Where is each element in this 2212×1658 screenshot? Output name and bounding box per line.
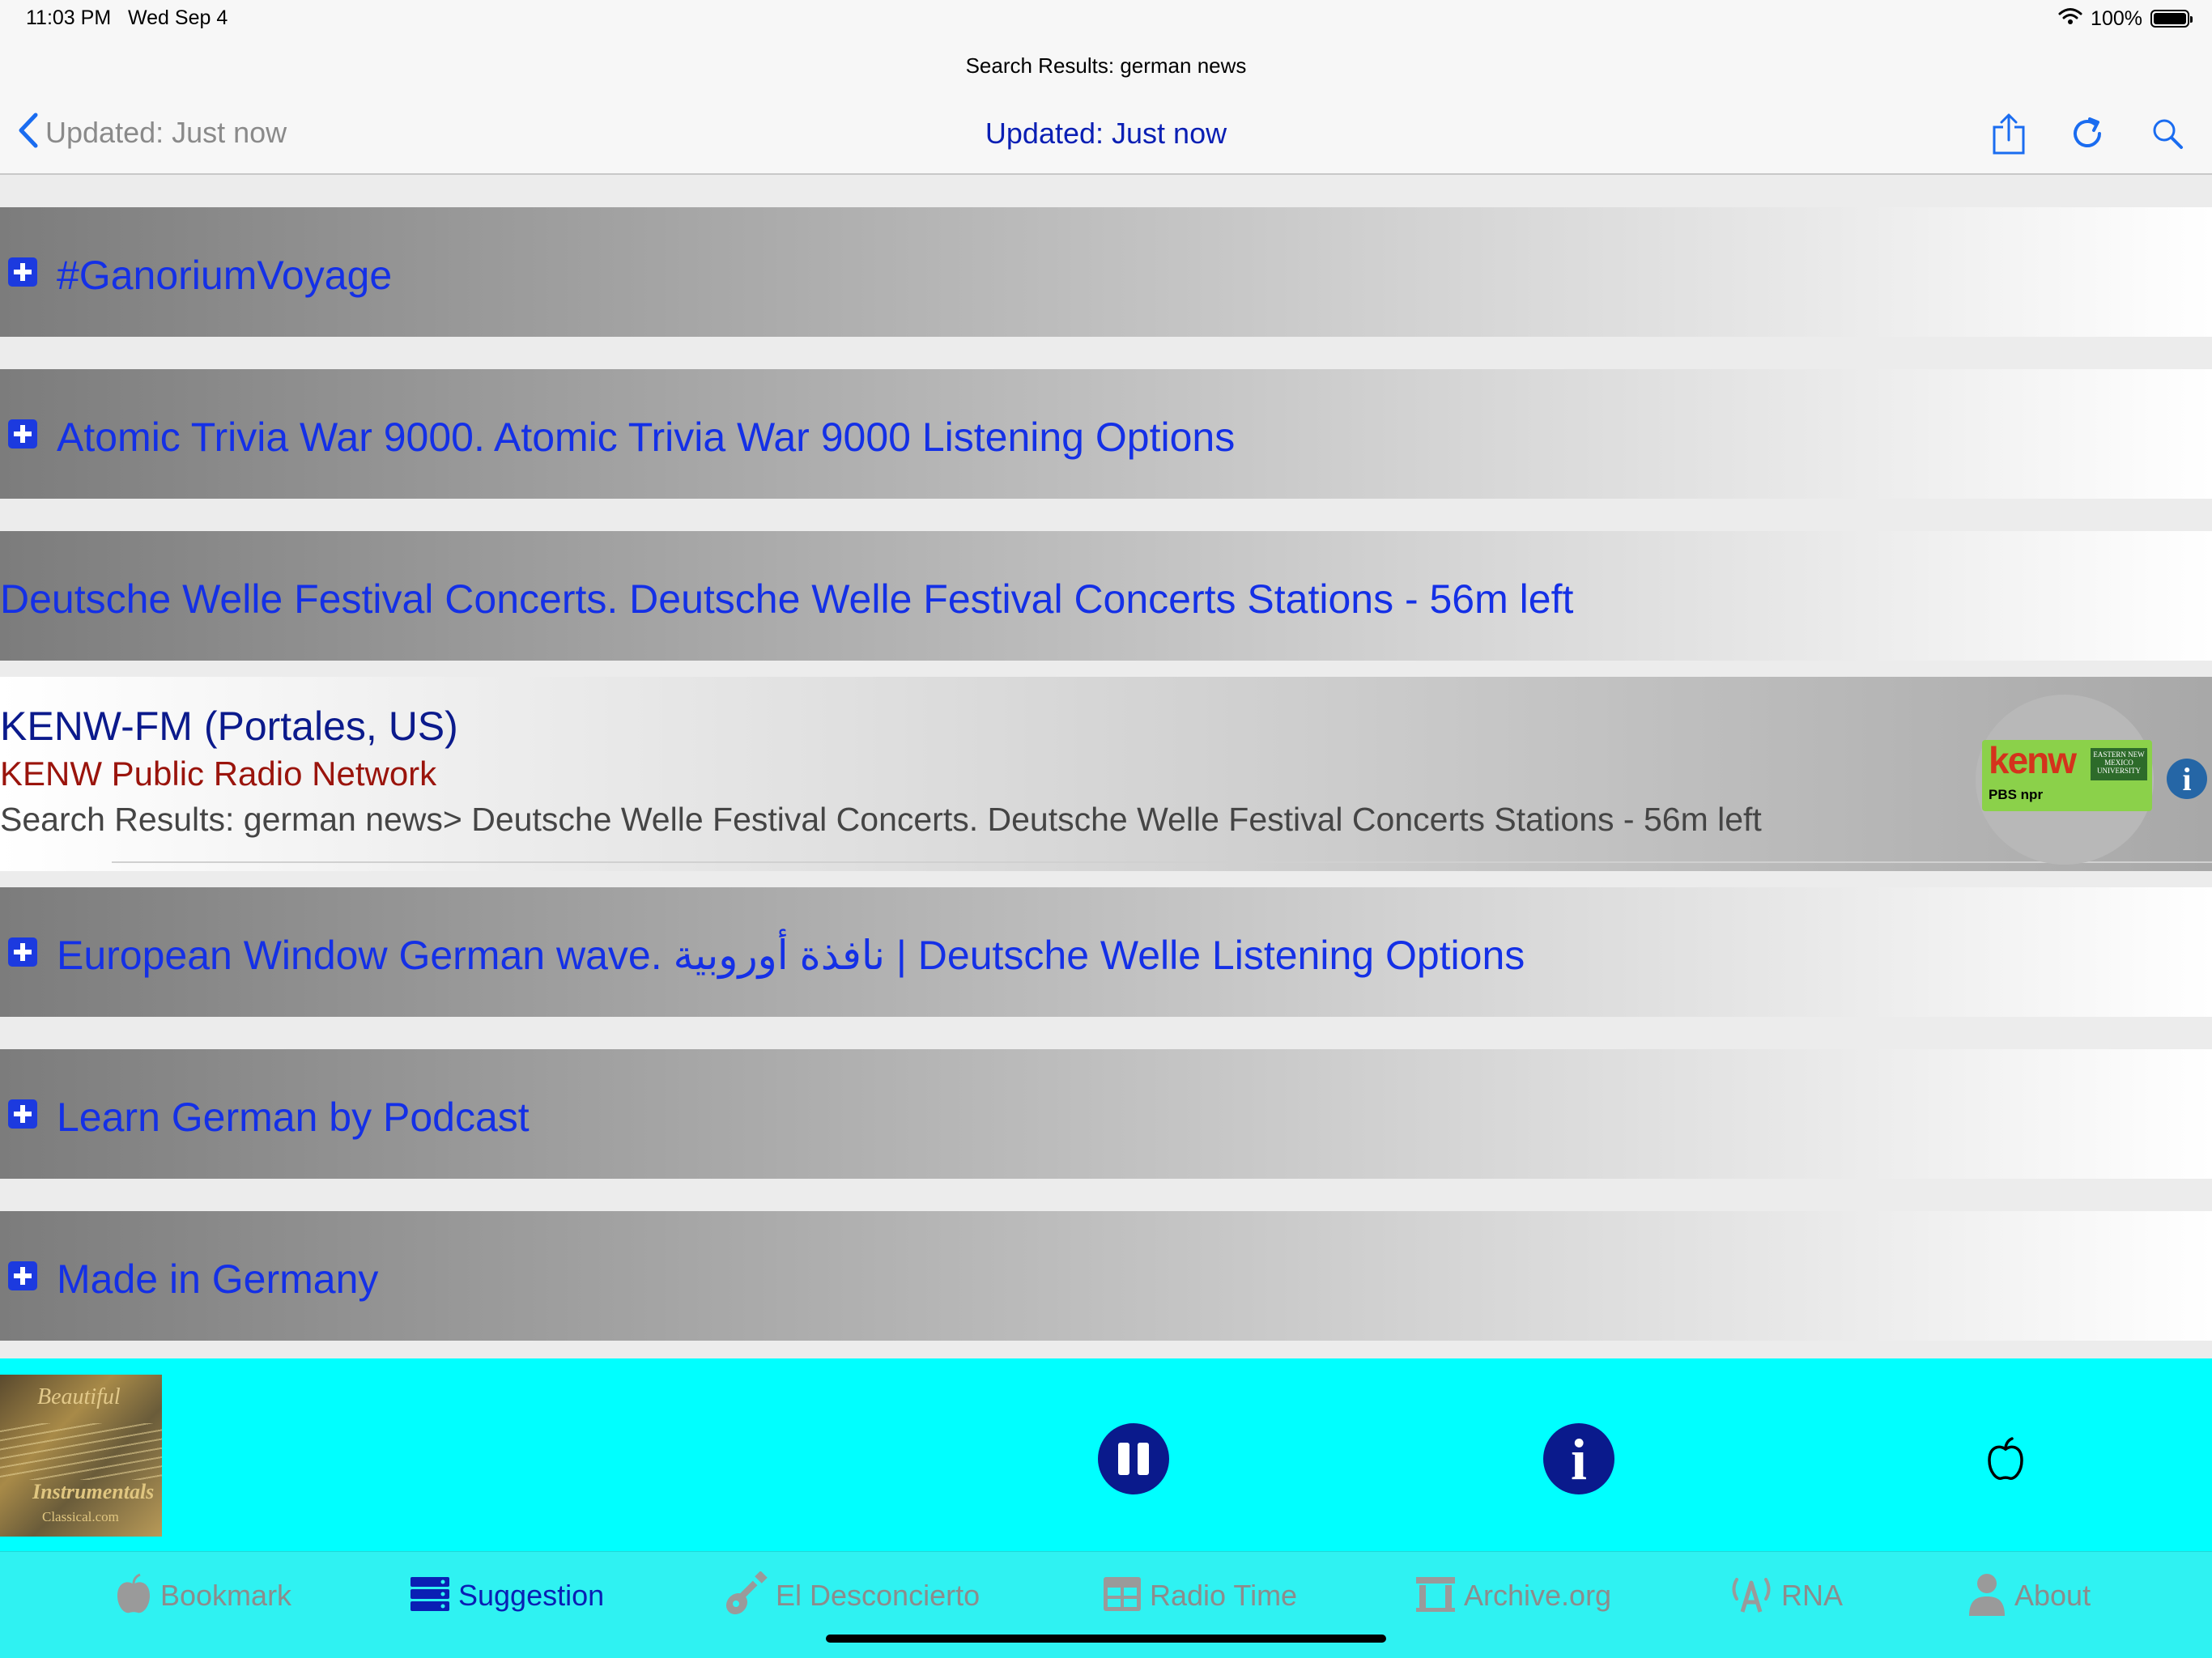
chevron-left-icon: [18, 112, 39, 153]
album-line-3: Classical.com: [42, 1509, 119, 1524]
tab-label: Suggestion: [458, 1579, 605, 1612]
archive-icon: [1415, 1575, 1456, 1617]
list-item[interactable]: European Window German wave. نافذة أوروب…: [0, 887, 2212, 1017]
logo-university: EASTERN NEW MEXICO UNIVERSITY: [2091, 748, 2147, 780]
album-art[interactable]: Beautiful Instrumentals Classical.com: [0, 1375, 162, 1537]
list-item-label: #GanoriumVoyage: [57, 253, 393, 298]
results-list: #GanoriumVoyage Atomic Trivia War 9000. …: [0, 175, 2212, 1358]
status-time: 11:03 PM: [26, 6, 112, 29]
page-title: Updated: Just now: [985, 117, 1227, 150]
expand-icon: [8, 419, 37, 449]
logo-brand: kenw: [1989, 740, 2077, 781]
status-bar: 11:03 PM Wed Sep 4 100%: [0, 0, 2212, 39]
player-bar: Beautiful Instrumentals Classical.com i: [0, 1358, 2212, 1551]
tab-about[interactable]: About: [1967, 1573, 2091, 1618]
home-indicator[interactable]: [826, 1635, 1386, 1643]
list-item[interactable]: Made in Germany: [0, 1211, 2212, 1341]
server-icon: [410, 1576, 450, 1616]
tab-label: About: [2014, 1579, 2091, 1612]
status-date: Wed Sep 4: [128, 6, 228, 29]
back-label: Updated: Just now: [45, 115, 287, 149]
station-path: Search Results: german news> Deutsche We…: [0, 801, 1762, 838]
expand-icon: [8, 1099, 37, 1129]
tab-radio-time[interactable]: Radio Time: [1103, 1573, 1297, 1618]
station-info-button[interactable]: i: [2167, 759, 2207, 799]
tab-label: Bookmark: [160, 1579, 292, 1612]
station-logo: kenw PBS npr EASTERN NEW MEXICO UNIVERSI…: [1982, 740, 2152, 811]
list-item[interactable]: Atomic Trivia War 9000. Atomic Trivia Wa…: [0, 369, 2212, 499]
info-icon: i: [2182, 761, 2192, 797]
tab-el-desconcierto[interactable]: El Desconcierto: [722, 1570, 981, 1621]
tab-suggestion[interactable]: Suggestion: [410, 1573, 604, 1618]
info-button[interactable]: i: [1543, 1423, 1614, 1494]
pause-button[interactable]: [1098, 1423, 1169, 1494]
expand-icon: [8, 257, 37, 287]
list-item[interactable]: #GanoriumVoyage: [0, 207, 2212, 337]
status-right: 100%: [2058, 5, 2193, 32]
apple-icon: [115, 1573, 152, 1619]
search-icon[interactable]: [2149, 112, 2186, 155]
expand-icon: [8, 937, 37, 967]
list-item-label: Atomic Trivia War 9000. Atomic Trivia Wa…: [57, 414, 1236, 460]
tab-label: El Desconcierto: [776, 1579, 981, 1612]
album-line-1: Beautiful: [37, 1384, 121, 1409]
list-item[interactable]: Learn German by Podcast: [0, 1049, 2212, 1179]
list-item-label: European Window German wave. نافذة أوروب…: [57, 933, 1525, 978]
tab-label: RNA: [1781, 1579, 1844, 1612]
station-row[interactable]: KENW-FM (Portales, US) KENW Public Radio…: [0, 677, 2212, 871]
antenna-icon: [1729, 1575, 1773, 1618]
tab-rna[interactable]: RNA: [1729, 1573, 1843, 1618]
station-network: KENW Public Radio Network: [0, 755, 437, 793]
share-icon[interactable]: [1990, 112, 2027, 155]
refresh-icon[interactable]: [2069, 112, 2107, 155]
guitar-icon: [722, 1570, 768, 1621]
back-button[interactable]: Updated: Just now: [18, 112, 287, 153]
person-icon: [1967, 1572, 2006, 1620]
tab-label: Radio Time: [1150, 1579, 1298, 1612]
battery-icon: [2150, 10, 2193, 28]
nav-subtitle: Search Results: german news: [965, 53, 1247, 78]
album-line-2: Instrumentals: [32, 1480, 155, 1503]
battery-percent: 100%: [2091, 6, 2142, 30]
divider: [112, 861, 2212, 863]
nav-actions: [1990, 112, 2186, 155]
tab-archive-org[interactable]: Archive.org: [1415, 1573, 1611, 1618]
list-item[interactable]: Deutsche Welle Festival Concerts. Deutsc…: [0, 531, 2212, 661]
list-item-label: Deutsche Welle Festival Concerts. Deutsc…: [0, 576, 1574, 622]
tab-label: Archive.org: [1464, 1579, 1612, 1612]
expand-icon: [8, 1261, 37, 1290]
list-item-label: Learn German by Podcast: [57, 1095, 530, 1140]
grid-icon: [1103, 1576, 1142, 1616]
nav-bar: Search Results: german news Updated: Jus…: [0, 39, 2212, 175]
tab-bookmark[interactable]: Bookmark: [115, 1573, 291, 1618]
list-item-label: Made in Germany: [57, 1256, 379, 1302]
logo-badges: PBS npr: [1989, 787, 2044, 802]
wifi-icon: [2058, 7, 2082, 31]
station-name: KENW-FM (Portales, US): [0, 704, 458, 749]
info-icon: i: [1570, 1427, 1587, 1492]
album-art-strings: [0, 1423, 162, 1480]
apple-icon[interactable]: [1985, 1436, 2026, 1482]
